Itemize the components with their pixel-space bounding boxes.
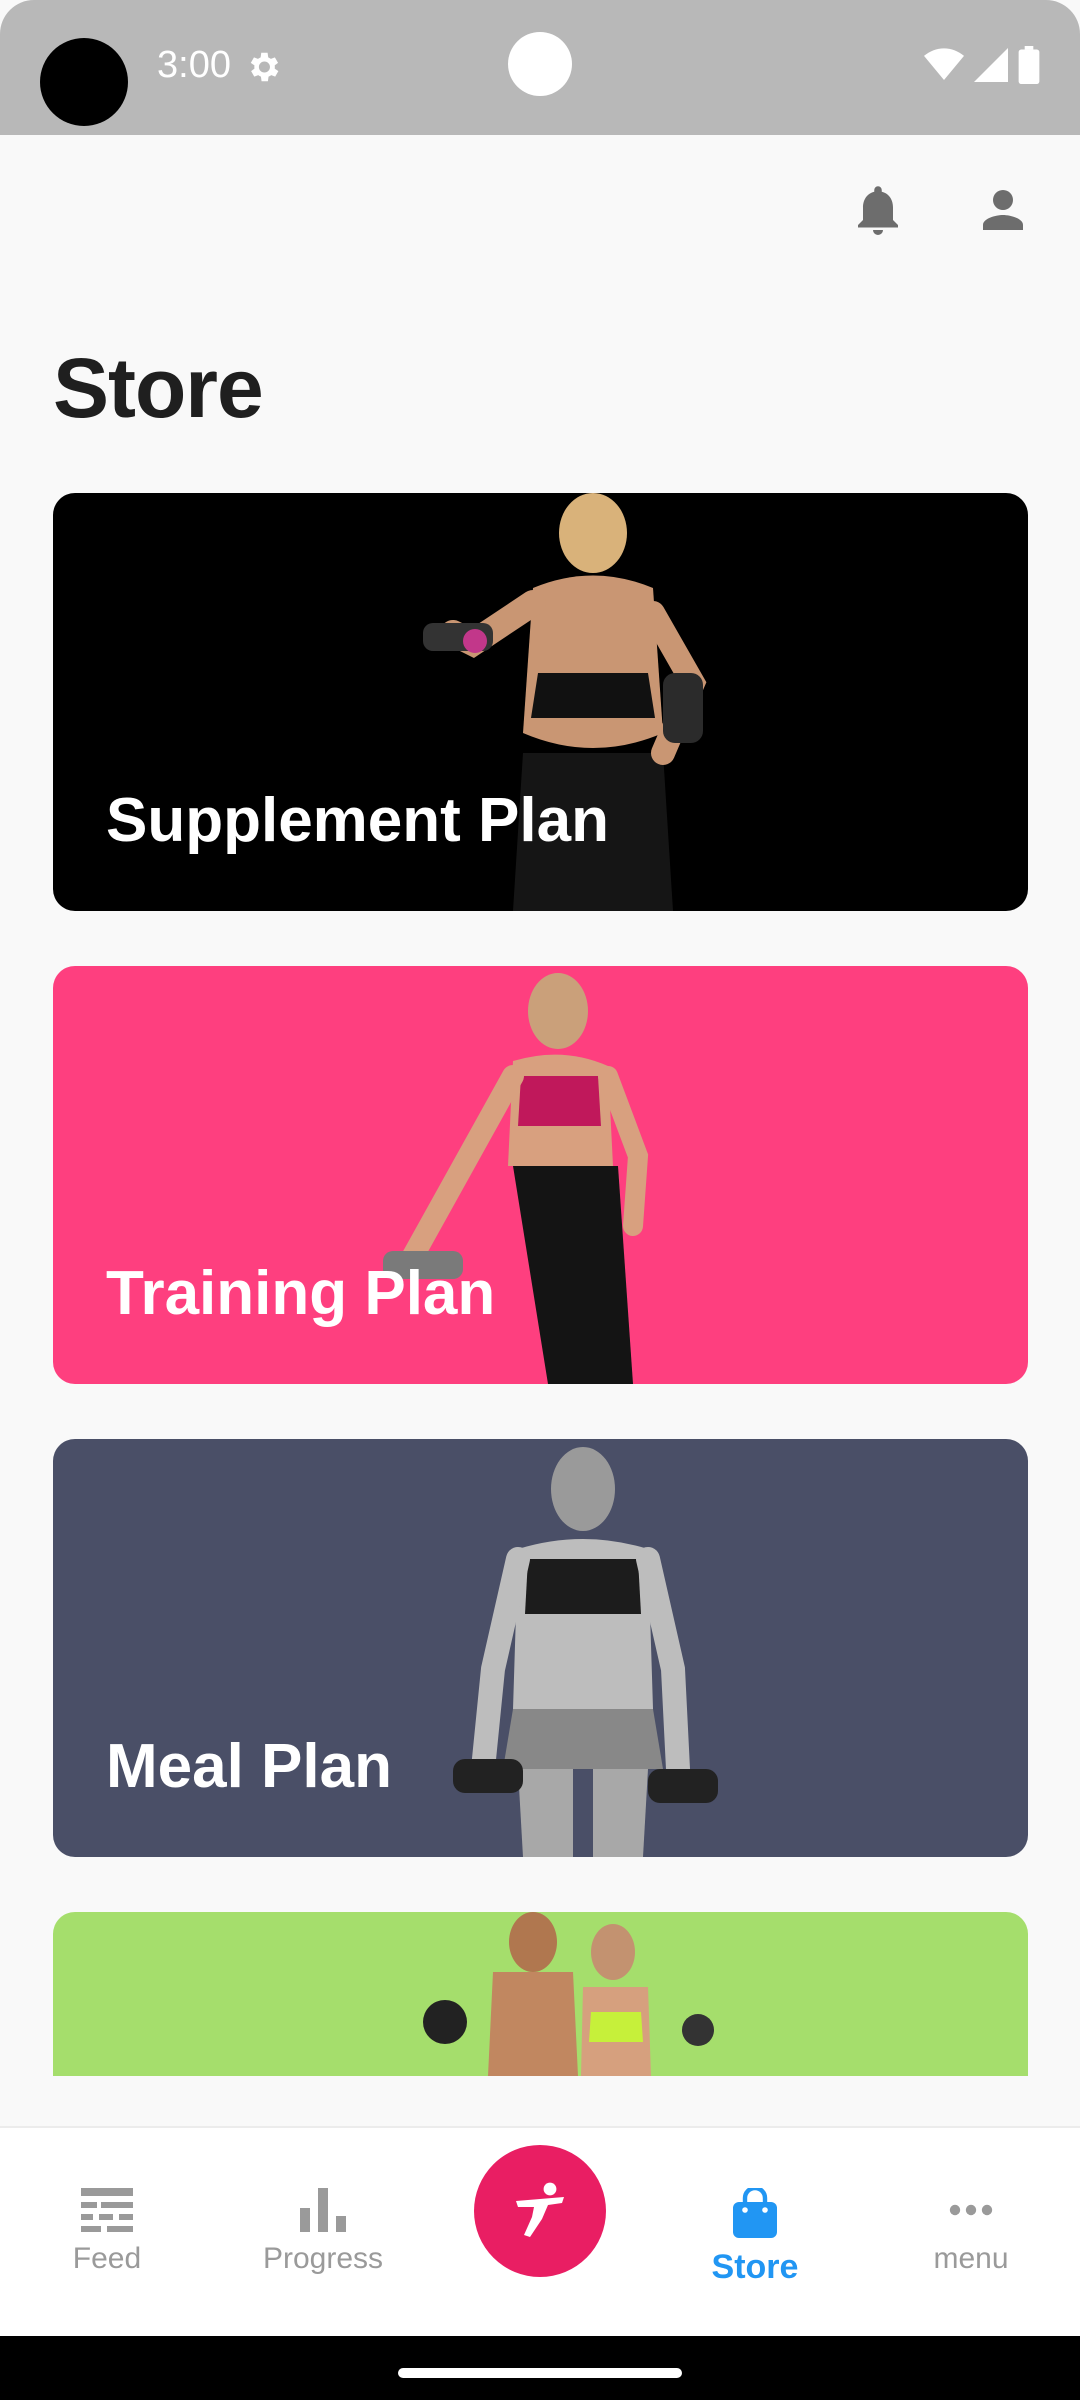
couple-figure-image	[423, 1912, 714, 2076]
front-sensor-dot	[508, 32, 572, 96]
bar-chart-icon	[300, 2188, 346, 2232]
nav-item-menu[interactable]: menu	[871, 2128, 1071, 2338]
kick-icon	[516, 2182, 564, 2237]
settings-gear-icon	[250, 52, 279, 82]
nav-label: menu	[933, 2242, 1009, 2275]
card-label: Training Plan	[106, 1259, 496, 1328]
nav-label: Feed	[72, 2242, 142, 2275]
more-horizontal-icon	[949, 2204, 993, 2216]
supplement-plan-card[interactable]: Supplement Plan	[53, 493, 1028, 911]
system-icons	[924, 46, 1040, 84]
notification-bell-icon[interactable]	[848, 180, 908, 240]
nav-item-store[interactable]: Store	[655, 2128, 855, 2338]
training-plan-card[interactable]: Training Plan	[53, 966, 1028, 1384]
feed-icon	[81, 2188, 133, 2232]
camera-cutout	[40, 38, 128, 126]
meal-plan-card[interactable]: Meal Plan	[53, 1439, 1028, 1857]
nav-label: Progress	[262, 2242, 384, 2275]
battery-icon	[1018, 46, 1040, 84]
card-label: Supplement Plan	[106, 786, 609, 855]
page-title: Store	[53, 341, 264, 435]
nav-item-progress[interactable]: Progress	[223, 2128, 423, 2338]
status-time: 3:00	[157, 44, 231, 86]
center-action-button[interactable]	[474, 2145, 606, 2277]
home-gesture-handle[interactable]	[398, 2368, 682, 2378]
shopping-bag-icon	[733, 2188, 777, 2238]
card-label: Meal Plan	[106, 1732, 392, 1801]
wifi-icon	[924, 48, 964, 80]
profile-icon[interactable]	[973, 180, 1033, 240]
nav-item-feed[interactable]: Feed	[7, 2128, 207, 2338]
status-bar: 3:00	[0, 0, 1080, 135]
nav-label: Store	[711, 2248, 799, 2286]
athlete-figure-image	[453, 1447, 718, 1857]
fitness-plan-card[interactable]	[53, 1912, 1028, 2076]
cellular-signal-icon	[974, 48, 1008, 82]
